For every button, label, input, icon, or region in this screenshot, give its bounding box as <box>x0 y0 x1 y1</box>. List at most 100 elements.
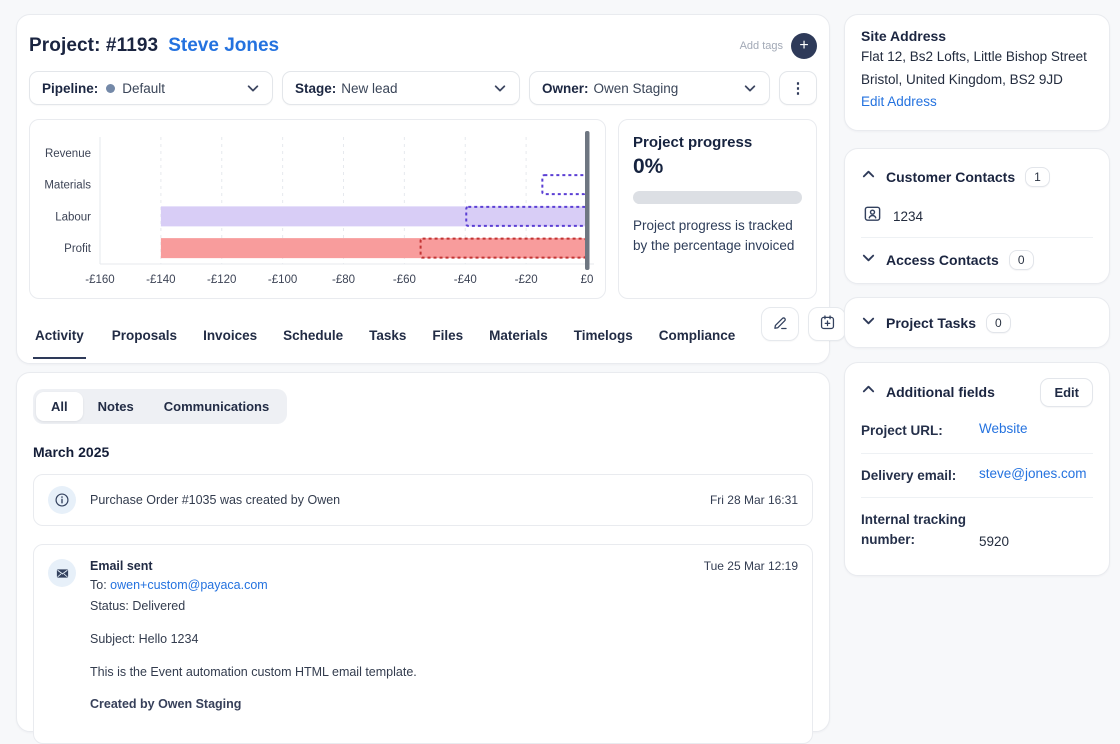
svg-text:-£60: -£60 <box>393 274 416 286</box>
filter-communications[interactable]: Communications <box>149 392 284 421</box>
email-status-line: Status: Delivered <box>90 598 798 615</box>
email-to-label: To: <box>90 578 110 592</box>
svg-text:-£120: -£120 <box>207 274 236 286</box>
add-tags-button[interactable]: + <box>791 33 817 59</box>
filter-all[interactable]: All <box>36 392 83 421</box>
tab-proposals[interactable]: Proposals <box>112 328 177 359</box>
bar-chart-canvas: RevenueMaterialsLabourProfit-£160-£140-£… <box>38 128 599 292</box>
chevron-down-icon <box>493 81 507 95</box>
project-financials-chart: RevenueMaterialsLabourProfit-£160-£140-£… <box>29 119 606 299</box>
access-contacts-title: Access Contacts <box>886 252 999 268</box>
additional-fields-card: Additional fields Edit Project URL: Webs… <box>844 362 1110 576</box>
chevron-up-icon <box>861 382 876 402</box>
chevron-down-icon <box>743 81 757 95</box>
divider <box>861 497 1093 498</box>
chevron-down-icon <box>861 250 876 270</box>
activity-feed-card: All Notes Communications March 2025 Purc… <box>16 372 830 732</box>
add-tags-label: Add tags <box>740 40 783 52</box>
tab-activity[interactable]: Activity <box>33 328 86 359</box>
svg-text:-£20: -£20 <box>515 274 538 286</box>
pipeline-value: Default <box>122 81 165 96</box>
info-icon <box>48 486 76 514</box>
svg-text:£0: £0 <box>581 274 594 286</box>
site-address-line2: Bristol, United Kingdom, BS2 9JD <box>861 70 1093 90</box>
edit-address-link[interactable]: Edit Address <box>861 94 937 109</box>
email-body-line: This is the Event automation custom HTML… <box>90 664 798 681</box>
site-address-title: Site Address <box>861 28 1093 44</box>
owner-dropdown[interactable]: Owner: Owen Staging <box>529 71 770 105</box>
stage-dropdown[interactable]: Stage: New lead <box>282 71 520 105</box>
plus-icon: + <box>799 37 808 55</box>
email-to-line: To: owen+custom@payaca.com <box>90 577 798 594</box>
add-event-button[interactable] <box>808 307 846 341</box>
field-label: Delivery email: <box>861 466 979 486</box>
pipeline-dropdown[interactable]: Pipeline: Default <box>29 71 273 105</box>
project-progress-card: Project progress 0% Project progress is … <box>618 119 817 299</box>
tab-tasks[interactable]: Tasks <box>369 328 406 359</box>
edit-fields-button[interactable]: Edit <box>1040 378 1093 407</box>
access-contacts-count-badge: 0 <box>1009 250 1034 270</box>
progress-title: Project progress <box>633 134 802 151</box>
tracking-number-value: 5920 <box>979 534 1009 549</box>
tab-materials[interactable]: Materials <box>489 328 548 359</box>
owner-value: Owen Staging <box>594 81 679 96</box>
activity-entry-timestamp: Fri 28 Mar 16:31 <box>710 493 798 507</box>
customer-contacts-header[interactable]: Customer Contacts 1 <box>861 157 1093 197</box>
field-label: Project URL: <box>861 421 979 441</box>
chevron-down-icon <box>246 81 260 95</box>
tab-files[interactable]: Files <box>432 328 463 359</box>
tab-timelogs[interactable]: Timelogs <box>574 328 633 359</box>
owner-label: Owner: <box>542 81 589 96</box>
customer-contacts-count-badge: 1 <box>1025 167 1050 187</box>
month-header: March 2025 <box>33 444 813 460</box>
project-tabs: Activity Proposals Invoices Schedule Tas… <box>29 299 817 359</box>
email-entry-title: Email sent <box>90 559 153 573</box>
envelope-icon <box>48 559 76 587</box>
project-detail-page: { "header": { "project_label": "Project:… <box>0 0 1120 708</box>
filter-notes[interactable]: Notes <box>83 392 149 421</box>
activity-entry[interactable]: Purchase Order #1035 was created by Owen… <box>33 474 813 526</box>
project-filter-bar: Pipeline: Default Stage: New lead Owner:… <box>29 71 817 105</box>
chevron-down-icon <box>861 313 876 333</box>
activity-filter-toggle: All Notes Communications <box>33 389 287 424</box>
svg-text:-£100: -£100 <box>268 274 297 286</box>
pipeline-label: Pipeline: <box>42 81 98 96</box>
field-row-tracking-number: Internal tracking number: 5920 <box>861 500 1093 559</box>
pencil-icon <box>772 314 789 334</box>
field-label: Internal tracking number: <box>861 510 979 549</box>
project-header: Project: #1193 Steve Jones Add tags + <box>29 25 817 67</box>
tab-invoices[interactable]: Invoices <box>203 328 257 359</box>
delivery-email-link[interactable]: steve@jones.com <box>979 466 1087 486</box>
stage-label: Stage: <box>295 81 336 96</box>
contacts-card: Customer Contacts 1 1234 Access Contacts… <box>844 148 1110 284</box>
svg-text:Materials: Materials <box>44 180 91 192</box>
add-note-button[interactable] <box>761 307 799 341</box>
project-tasks-count-badge: 0 <box>986 313 1011 333</box>
divider <box>861 237 1093 238</box>
tab-compliance[interactable]: Compliance <box>659 328 736 359</box>
svg-text:Revenue: Revenue <box>45 148 91 160</box>
site-address-card: Site Address Flat 12, Bs2 Lofts, Little … <box>844 14 1110 131</box>
more-options-button[interactable]: ⋮ <box>779 71 817 105</box>
project-url-link[interactable]: Website <box>979 421 1028 441</box>
svg-text:-£140: -£140 <box>146 274 175 286</box>
project-tasks-card: Project Tasks 0 <box>844 297 1110 348</box>
field-row-delivery-email: Delivery email: steve@jones.com <box>861 456 1093 496</box>
project-tasks-header[interactable]: Project Tasks 0 <box>861 303 1093 343</box>
email-to-address-link[interactable]: owen+custom@payaca.com <box>110 578 268 592</box>
access-contacts-header[interactable]: Access Contacts 0 <box>861 240 1093 280</box>
contact-list-item[interactable]: 1234 <box>861 197 1093 235</box>
divider <box>861 453 1093 454</box>
financials-section: RevenueMaterialsLabourProfit-£160-£140-£… <box>29 119 817 299</box>
additional-fields-header[interactable]: Additional fields Edit <box>861 373 1093 411</box>
tab-schedule[interactable]: Schedule <box>283 328 343 359</box>
calendar-add-icon <box>819 314 836 334</box>
project-summary-card: Project: #1193 Steve Jones Add tags + Pi… <box>16 14 830 364</box>
customer-name-link[interactable]: Steve Jones <box>168 35 279 57</box>
progress-caption: Project progress is tracked by the perce… <box>633 216 802 255</box>
email-created-by-line: Created by Owen Staging <box>90 697 798 711</box>
activity-entry-text: Purchase Order #1035 was created by Owen <box>90 493 710 507</box>
activity-entry[interactable]: Email sent Tue 25 Mar 12:19 To: owen+cus… <box>33 544 813 744</box>
contact-name: 1234 <box>893 209 923 224</box>
additional-fields-title: Additional fields <box>886 384 995 400</box>
